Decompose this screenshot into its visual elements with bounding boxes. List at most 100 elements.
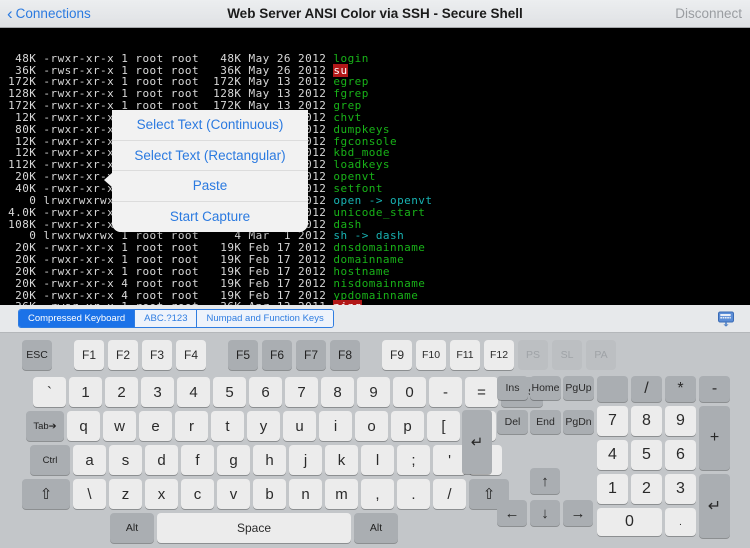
key-space[interactable]: Space [157,513,351,543]
arrow-down-key[interactable]: ↓ [530,500,560,526]
key-n[interactable]: n [289,479,322,509]
key-f3[interactable]: F3 [142,340,172,370]
key-tab[interactable]: Tab➔ [26,411,64,441]
numpad-key-9[interactable]: 9 [665,406,696,436]
key-p[interactable]: p [391,411,424,441]
numpad-key-8[interactable]: 8 [631,406,662,436]
key-o[interactable]: o [355,411,388,441]
key-sym[interactable]: / [433,479,466,509]
numpad-key-sym[interactable]: + [699,406,730,470]
key-2[interactable]: 2 [105,377,138,407]
keyboard-mode-segmented-control[interactable]: Compressed Keyboard ABC.?123 Numpad and Fu… [18,309,334,328]
menu-item-start-capture[interactable]: Start Capture [112,201,308,232]
arrow-right-key[interactable]: → [563,500,593,526]
key-sym[interactable]: ⇧ [22,479,70,509]
numpad-key-6[interactable]: 6 [665,440,696,470]
key-f12[interactable]: F12 [484,340,514,370]
key-sym[interactable]: ` [33,377,66,407]
key-f2[interactable]: F2 [108,340,138,370]
key-sym[interactable]: - [429,377,462,407]
key-0[interactable]: 0 [393,377,426,407]
context-menu[interactable]: Select Text (Continuous) Select Text (Re… [104,110,308,232]
key-esc[interactable]: ESC [22,340,52,370]
key-sym[interactable]: [ [427,411,460,441]
numpad-key-0[interactable]: 0 [597,508,662,536]
key-f7[interactable]: F7 [296,340,326,370]
key-f5[interactable]: F5 [228,340,258,370]
key-del[interactable]: Del [497,410,528,434]
key-b[interactable]: b [253,479,286,509]
key-f1[interactable]: F1 [74,340,104,370]
key-c[interactable]: c [181,479,214,509]
numpad-key-4[interactable]: 4 [597,440,628,470]
key-sym[interactable]: ; [397,445,430,475]
menu-item-select-text-continuous[interactable]: Select Text (Continuous) [112,110,308,141]
key-u[interactable]: u [283,411,316,441]
menu-item-select-text-rectangular[interactable]: Select Text (Rectangular) [112,140,308,171]
arrow-up-key[interactable]: ↑ [530,468,560,494]
key-ins[interactable]: Ins [497,376,528,400]
key-f8[interactable]: F8 [330,340,360,370]
key-r[interactable]: r [175,411,208,441]
numpad-key-1[interactable]: 1 [597,474,628,504]
key-x[interactable]: x [145,479,178,509]
key-end[interactable]: End [530,410,561,434]
key-i[interactable]: i [319,411,352,441]
keyboard-mode-segment-0[interactable]: Compressed Keyboard [19,310,136,327]
menu-item-paste[interactable]: Paste [112,171,308,202]
key-e[interactable]: e [139,411,172,441]
key-home[interactable]: Home [530,376,561,400]
key-5[interactable]: 5 [213,377,246,407]
key-d[interactable]: d [145,445,178,475]
key-f10[interactable]: F10 [416,340,446,370]
numpad-key-2[interactable]: 2 [631,474,662,504]
key-m[interactable]: m [325,479,358,509]
key-sym[interactable]: . [397,479,430,509]
key-1[interactable]: 1 [69,377,102,407]
key-sym[interactable]: , [361,479,394,509]
key-a[interactable]: a [73,445,106,475]
key-g[interactable]: g [217,445,250,475]
keyboard-hide-icon[interactable] [716,309,736,329]
key-l[interactable]: l [361,445,394,475]
key-h[interactable]: h [253,445,286,475]
key-j[interactable]: j [289,445,322,475]
key-pgup[interactable]: PgUp [563,376,594,400]
disconnect-button[interactable]: Disconnect [675,6,742,21]
key-alt[interactable]: Alt [354,513,398,543]
key-f4[interactable]: F4 [176,340,206,370]
numpad-key-sym[interactable]: * [665,376,696,402]
numpad-key-3[interactable]: 3 [665,474,696,504]
key-y[interactable]: y [247,411,280,441]
numpad-key-sym[interactable]: - [699,376,730,402]
key-8[interactable]: 8 [321,377,354,407]
key-k[interactable]: k [325,445,358,475]
key-4[interactable]: 4 [177,377,210,407]
key-sym[interactable]: = [465,377,498,407]
key-ctrl[interactable]: Ctrl [30,445,70,475]
key-f6[interactable]: F6 [262,340,292,370]
key-z[interactable]: z [109,479,142,509]
key-6[interactable]: 6 [249,377,282,407]
key-sym[interactable]: \ [73,479,106,509]
numpad-key-7[interactable]: 7 [597,406,628,436]
back-to-connections-button[interactable]: ‹ Connections [7,5,91,22]
key-f9[interactable]: F9 [382,340,412,370]
key-v[interactable]: v [217,479,250,509]
arrow-left-key[interactable]: ← [497,500,527,526]
key-f11[interactable]: F11 [450,340,480,370]
key-alt[interactable]: Alt [110,513,154,543]
key-7[interactable]: 7 [285,377,318,407]
key-f[interactable]: f [181,445,214,475]
key-pgdn[interactable]: PgDn [563,410,594,434]
numpad-key-5[interactable]: 5 [631,440,662,470]
keyboard-mode-segment-1[interactable]: ABC.?123 [135,310,198,327]
key-9[interactable]: 9 [357,377,390,407]
numpad-key-sym[interactable]: / [631,376,662,402]
key-s[interactable]: s [109,445,142,475]
keyboard-mode-segment-2[interactable]: Numpad and Function Keys [197,310,333,327]
numpad-key-sym[interactable]: ↵ [699,474,730,538]
enter-key[interactable]: ↵ [462,410,492,474]
key-q[interactable]: q [67,411,100,441]
numpad-key-sym[interactable]: . [665,508,696,536]
